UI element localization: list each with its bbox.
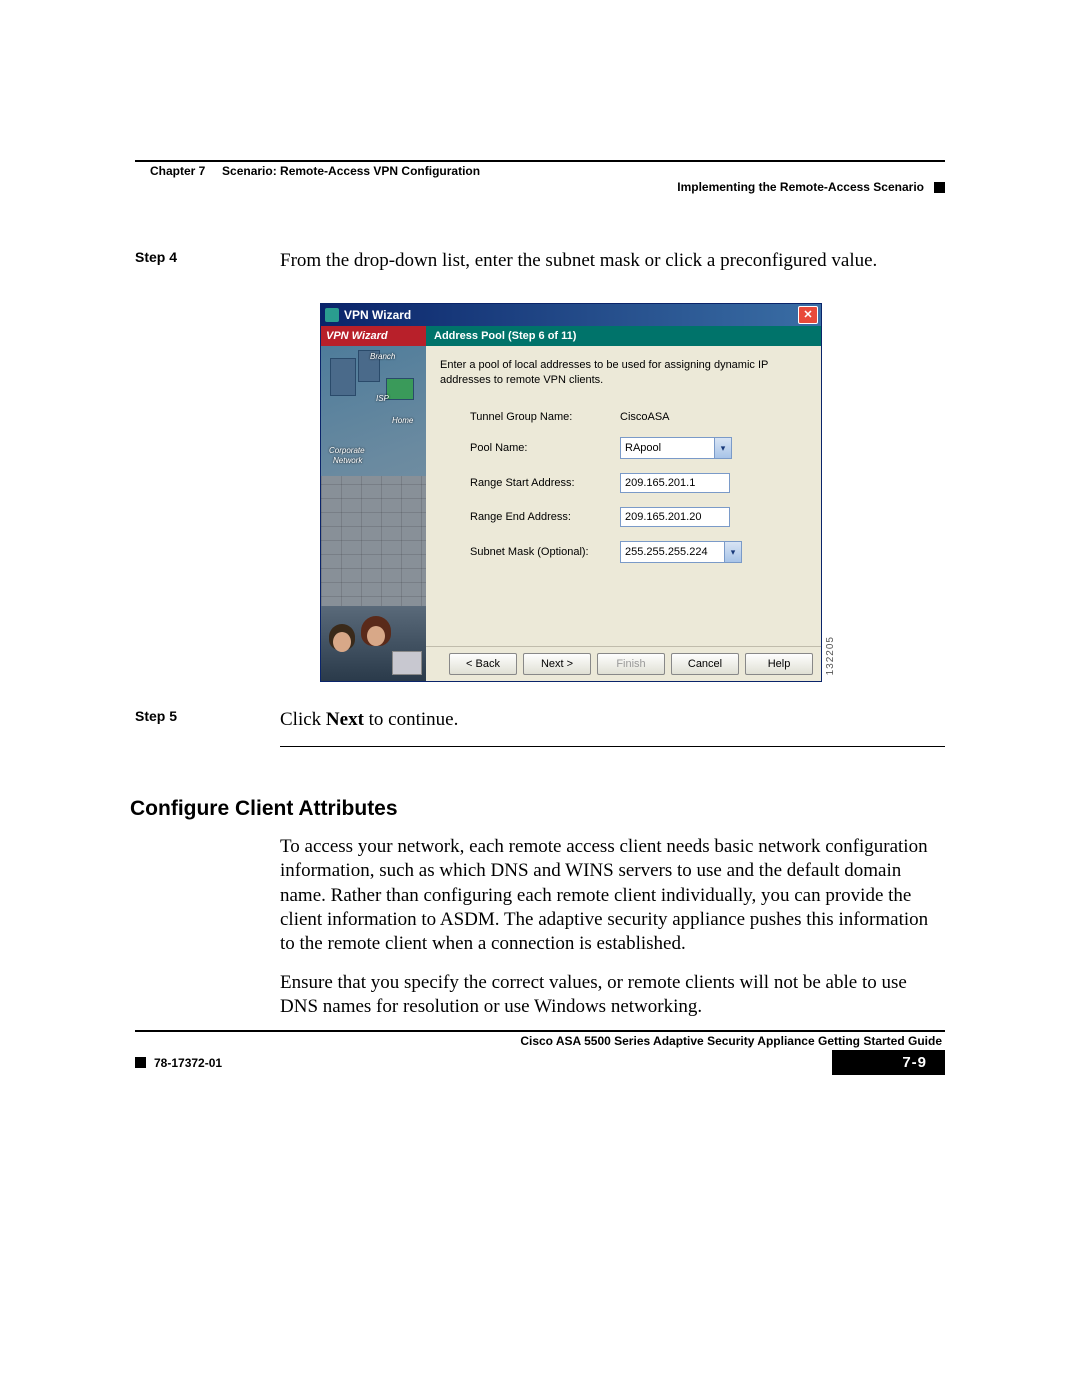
step-5-label: Step 5 [135, 708, 280, 732]
pool-name-combo[interactable]: RApool ▾ [620, 437, 732, 459]
wizard-description: Enter a pool of local addresses to be us… [440, 358, 807, 388]
pool-name-label: Pool Name: [470, 442, 620, 454]
next-button[interactable]: Next > [523, 653, 591, 675]
section-title: Implementing the Remote-Access Scenario [677, 180, 924, 194]
back-button[interactable]: < Back [449, 653, 517, 675]
range-start-label: Range Start Address: [470, 477, 620, 489]
wizard-titlebar: VPN Wizard ✕ [321, 304, 821, 326]
step-4-text: From the drop-down list, enter the subne… [280, 249, 945, 273]
header-row-sub: Implementing the Remote-Access Scenario [135, 180, 945, 194]
wizard-step-header: Address Pool (Step 6 of 11) [426, 326, 821, 346]
pool-name-value: RApool [621, 438, 714, 458]
document-number: 78-17372-01 [154, 1056, 832, 1070]
page-footer: Cisco ASA 5500 Series Adaptive Security … [135, 1030, 945, 1075]
finish-button: Finish [597, 653, 665, 675]
chapter-number: Chapter 7 [150, 164, 205, 178]
side-label-corp2: Network [333, 456, 362, 465]
wizard-app-icon [325, 308, 339, 322]
range-start-input[interactable]: 209.165.201.1 [620, 473, 730, 493]
vpn-wizard-window: VPN Wizard ✕ VPN Wizard Branch ISP Home … [320, 303, 822, 682]
wizard-content: Enter a pool of local addresses to be us… [426, 346, 821, 646]
image-id: 132205 [825, 636, 836, 675]
tunnel-group-label: Tunnel Group Name: [470, 411, 620, 423]
chevron-down-icon[interactable]: ▾ [724, 542, 741, 562]
chapter-title: Scenario: Remote-Access VPN Configuratio… [222, 164, 480, 178]
cancel-button[interactable]: Cancel [671, 653, 739, 675]
section-heading: Configure Client Attributes [130, 797, 945, 821]
section-para-2: Ensure that you specify the correct valu… [280, 971, 945, 1020]
close-icon[interactable]: ✕ [798, 306, 818, 324]
wizard-screenshot: 132205 VPN Wizard ✕ VPN Wizard Branch IS… [320, 303, 822, 682]
section-para-1: To access your network, each remote acce… [280, 835, 945, 957]
help-button[interactable]: Help [745, 653, 813, 675]
wizard-window-title: VPN Wizard [344, 308, 798, 322]
header-row-top: Chapter 7 Scenario: Remote-Access VPN Co… [135, 164, 945, 178]
subnet-mask-combo[interactable]: 255.255.255.224 ▾ [620, 541, 742, 563]
footer-rule [135, 1030, 945, 1032]
side-label-corp1: Corporate [329, 446, 365, 455]
header-rule [135, 160, 945, 162]
step-4-label: Step 4 [135, 249, 280, 273]
footer-square-icon [135, 1057, 146, 1068]
subnet-mask-label: Subnet Mask (Optional): [470, 546, 620, 558]
step-5: Step 5 Click Next to continue. [135, 708, 945, 732]
side-label-isp: ISP [376, 394, 389, 403]
subnet-mask-value: 255.255.255.224 [621, 542, 724, 562]
header-square-icon [934, 182, 945, 193]
step-5-text: Click Next to continue. [280, 708, 945, 732]
range-end-input[interactable]: 209.165.201.20 [620, 507, 730, 527]
page-content: Chapter 7 Scenario: Remote-Access VPN Co… [135, 160, 945, 1019]
wizard-sidebar-image: VPN Wizard Branch ISP Home Corporate Net… [321, 326, 426, 681]
range-end-label: Range End Address: [470, 511, 620, 523]
chevron-down-icon[interactable]: ▾ [714, 438, 731, 458]
side-label-home: Home [392, 416, 413, 425]
procedure-end-rule [280, 746, 945, 748]
page-number: 7-9 [832, 1050, 945, 1075]
guide-title: Cisco ASA 5500 Series Adaptive Security … [520, 1034, 942, 1048]
wizard-banner: VPN Wizard [321, 326, 426, 346]
step-4: Step 4 From the drop-down list, enter th… [135, 249, 945, 273]
side-label-branch: Branch [370, 352, 395, 361]
tunnel-group-value: CiscoASA [620, 411, 670, 423]
wizard-button-row: < Back Next > Finish Cancel Help [426, 646, 821, 681]
